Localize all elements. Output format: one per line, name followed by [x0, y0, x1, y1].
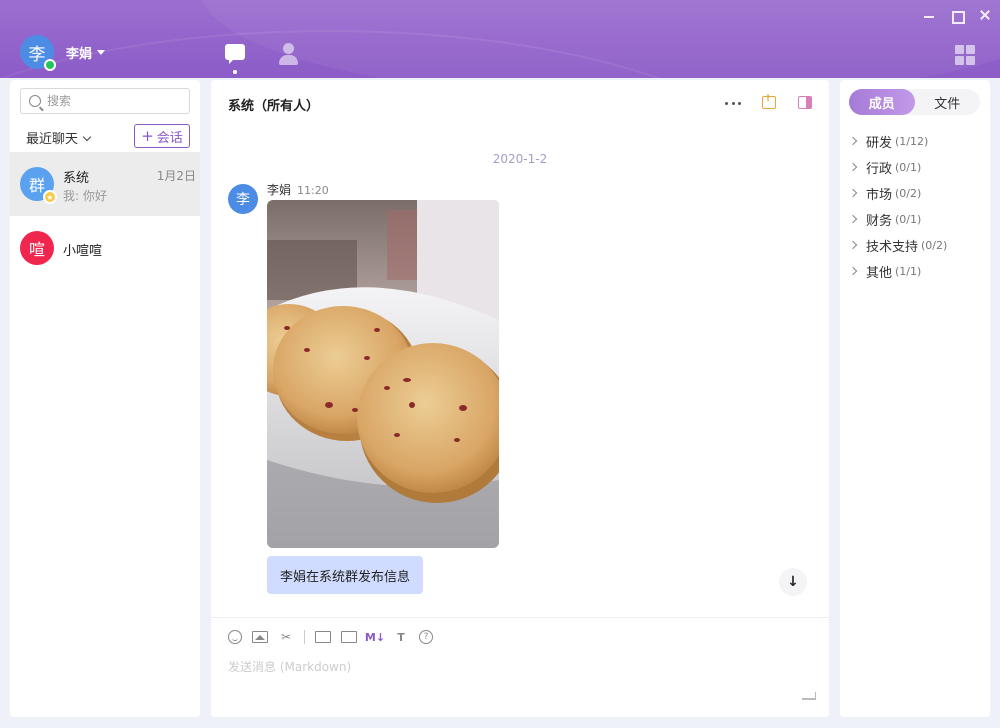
chevron-right-icon [848, 214, 858, 224]
search-icon [29, 95, 41, 107]
text-format-icon[interactable]: T [393, 629, 409, 645]
chevron-down-icon [82, 132, 92, 142]
message-bubble[interactable]: 李娟在系统群发布信息 [267, 556, 424, 594]
member-group[interactable]: 财务 (0/1) [848, 206, 947, 232]
help-icon[interactable]: ? [419, 630, 433, 644]
date-separator: 2020-1-2 [492, 152, 548, 166]
minimize-icon[interactable] [922, 8, 936, 22]
member-group[interactable]: 其他 (1/1) [848, 258, 947, 284]
search-box[interactable] [20, 88, 190, 114]
members-panel: 成员 文件 研发 (1/12) 行政 (0/1) 市场 (0/2) 财务 (0/1) 技… [840, 80, 990, 717]
group-count: (1/1) [895, 264, 922, 278]
group-name: 行政 [866, 161, 893, 177]
avatar[interactable]: 李 [228, 184, 258, 214]
member-group[interactable]: 市场 (0/2) [848, 180, 947, 206]
folder-icon[interactable] [315, 631, 331, 643]
member-group[interactable]: 技术支持 (0/2) [848, 232, 948, 258]
new-chat-button[interactable]: + 会话 [134, 124, 190, 148]
member-group[interactable]: 行政 (0/1) [848, 154, 947, 180]
group-count: (0/2) [895, 186, 922, 200]
grid-icon[interactable] [955, 45, 975, 65]
recent-chats-dropdown[interactable]: 最近聊天 [26, 128, 92, 147]
main-nav [222, 42, 302, 74]
group-avatar: 群 ★ [20, 167, 57, 204]
group-count: (1/12) [895, 134, 929, 148]
more-icon[interactable] [725, 102, 741, 106]
tab-members[interactable]: 成员 [849, 89, 915, 115]
emoji-icon[interactable] [228, 630, 242, 644]
conversation-panel: 系统（所有人） 2020-1-2 李 李娟 11:20 [211, 80, 829, 717]
message-time: 11:20 [297, 184, 329, 197]
maximize-icon[interactable] [950, 8, 965, 24]
chat-bubble-icon[interactable] [222, 42, 248, 74]
message-sender[interactable]: 李娟 [267, 183, 291, 197]
close-icon[interactable] [978, 8, 992, 22]
chat-time: 1月2日 [156, 169, 196, 183]
chevron-right-icon [848, 240, 858, 250]
member-groups: 研发 (1/12) 行政 (0/1) 市场 (0/2) 财务 (0/1) 技术支持 (0/… [848, 128, 948, 284]
avatar-initial: 李 [28, 44, 46, 65]
group-count: (0/1) [895, 160, 922, 174]
toolbar-divider [304, 630, 305, 644]
arrow-down-icon[interactable]: ↓ [779, 568, 807, 596]
plus-icon: + [141, 126, 154, 145]
chat-list-item[interactable]: 群 ★ 系统 我: 你好 1月2日 [10, 152, 200, 216]
code-icon[interactable] [341, 631, 357, 643]
window-controls [922, 8, 992, 24]
star-icon: ★ [43, 190, 57, 204]
message-text: 李娟在系统群发布信息 [280, 569, 411, 585]
scissors-icon[interactable]: ✂ [278, 629, 294, 645]
new-chat-label: 会话 [156, 130, 183, 146]
group-name: 其他 [866, 265, 893, 281]
contact-avatar-initial: 喧 [28, 240, 45, 259]
user-name[interactable]: 李娟 [66, 43, 92, 62]
chat-name: 小喧喧 [63, 244, 103, 259]
sidebar-toggle-icon[interactable] [798, 96, 812, 109]
group-name: 技术支持 [866, 239, 919, 255]
composer-toolbar: ✂ M↓ T ? [228, 629, 433, 645]
conversation-title: 系统（所有人） [228, 98, 320, 114]
group-name: 财务 [866, 213, 893, 229]
recent-chats-label: 最近聊天 [26, 132, 79, 147]
chevron-right-icon [848, 266, 858, 276]
chat-list-panel: 最近聊天 + 会话 群 ★ 系统 我: 你好 1月2日 喧 小喧喧 [10, 80, 200, 717]
caret-down-icon[interactable] [97, 49, 106, 55]
chat-list-item[interactable]: 喧 小喧喧 [10, 216, 200, 280]
contact-avatar: 喧 [20, 231, 54, 265]
chevron-right-icon [848, 162, 858, 172]
tab-files[interactable]: 文件 [915, 89, 981, 115]
chevron-right-icon [848, 136, 858, 146]
avatar[interactable]: 李 [20, 35, 56, 71]
message-meta: 李娟 11:20 [267, 181, 329, 198]
chevron-right-icon [848, 188, 858, 198]
markdown-icon[interactable]: M↓ [365, 629, 385, 645]
image-icon[interactable] [252, 631, 268, 643]
group-name: 研发 [866, 135, 893, 151]
user-menu[interactable]: 李 李娟 [20, 35, 106, 71]
group-name: 市场 [866, 187, 893, 203]
group-count: (0/2) [921, 238, 948, 252]
user-icon[interactable] [276, 42, 302, 68]
chat-name: 系统 [63, 171, 90, 186]
member-group[interactable]: 研发 (1/12) [848, 128, 947, 154]
members-tabs: 成员 文件 [849, 89, 980, 115]
online-status-indicator [44, 59, 56, 71]
message-input[interactable] [228, 660, 788, 674]
cookies-photo[interactable] [267, 200, 499, 548]
chat-preview: 我: 你好 [63, 189, 107, 203]
composer-area: ✂ M↓ T ? [211, 617, 829, 717]
group-avatar-initial: 群 [28, 176, 45, 195]
notice-icon[interactable] [762, 94, 776, 109]
avatar-initial: 李 [236, 192, 250, 208]
search-input[interactable] [47, 94, 187, 108]
enter-icon[interactable] [802, 692, 816, 702]
group-count: (0/1) [895, 212, 922, 226]
